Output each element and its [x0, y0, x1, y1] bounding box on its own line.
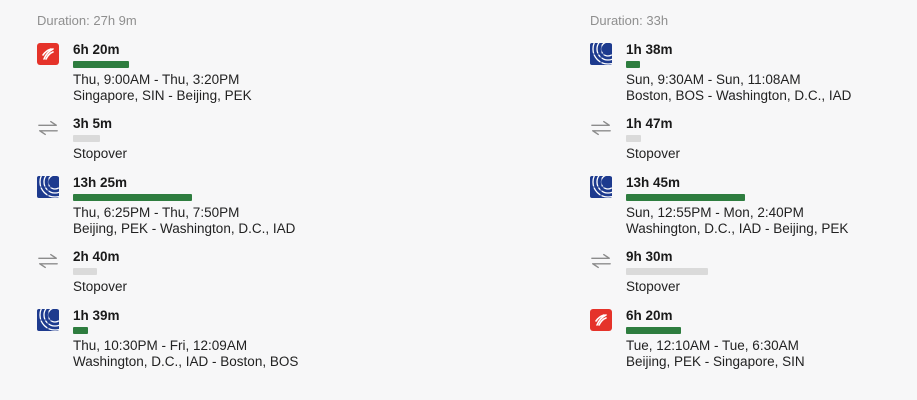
- segment-duration: 13h 25m: [73, 175, 128, 190]
- segment-duration: 1h 39m: [73, 308, 120, 323]
- swap-arrows-icon: [590, 117, 612, 139]
- swap-arrows-icon: [590, 250, 612, 272]
- united-logo-icon: [590, 176, 612, 198]
- swap-arrows-icon: [37, 117, 59, 139]
- flight-segment[interactable]: 1h 38m Sun, 9:30AM - Sun, 11:08AM Boston…: [590, 42, 917, 104]
- segment-route: Washington, D.C., IAD - Boston, BOS: [73, 354, 299, 369]
- united-logo-icon: [37, 309, 59, 331]
- flight-segment[interactable]: 1h 39m Thu, 10:30PM - Fri, 12:09AM Washi…: [37, 308, 397, 370]
- duration-bar: [73, 268, 97, 275]
- duration-bar: [626, 135, 641, 142]
- segment-times: Thu, 10:30PM - Fri, 12:09AM: [73, 338, 248, 353]
- segment-times: Tue, 12:10AM - Tue, 6:30AM: [626, 338, 799, 353]
- total-duration: Duration: 27h 9m: [37, 13, 137, 28]
- segment-times: Sun, 12:55PM - Mon, 2:40PM: [626, 205, 804, 220]
- swap-arrows-icon: [37, 250, 59, 272]
- stopover-duration: 3h 5m: [73, 116, 113, 131]
- itinerary-return: Duration: 33h 1h 38m Sun, 9:30AM - Sun, …: [590, 12, 917, 370]
- duration-bar: [626, 194, 745, 201]
- segment-times: Thu, 6:25PM - Thu, 7:50PM: [73, 205, 240, 220]
- stopover-duration: 9h 30m: [626, 249, 673, 264]
- duration-bar: [626, 268, 708, 275]
- duration-bar: [626, 327, 681, 334]
- stopover-label: Stopover: [73, 146, 128, 161]
- duration-bar: [73, 327, 88, 334]
- flight-segment[interactable]: 6h 20m Tue, 12:10AM - Tue, 6:30AM Beijin…: [590, 308, 917, 370]
- stopover-label: Stopover: [626, 146, 681, 161]
- air-china-logo-icon: [590, 309, 612, 331]
- segment-route: Boston, BOS - Washington, D.C., IAD: [626, 88, 852, 103]
- stopover-segment: 1h 47m Stopover: [590, 116, 917, 162]
- segment-duration: 6h 20m: [626, 308, 673, 323]
- segment-duration: 1h 38m: [626, 42, 673, 57]
- segment-times: Sun, 9:30AM - Sun, 11:08AM: [626, 72, 801, 87]
- itinerary-outbound: Duration: 27h 9m 6h 20m Thu, 9:00AM - Th…: [37, 12, 397, 370]
- flight-segment[interactable]: 6h 20m Thu, 9:00AM - Thu, 3:20PM Singapo…: [37, 42, 397, 104]
- stopover-segment: 2h 40m Stopover: [37, 249, 397, 295]
- stopover-label: Stopover: [73, 279, 128, 294]
- flight-segment[interactable]: 13h 45m Sun, 12:55PM - Mon, 2:40PM Washi…: [590, 175, 917, 237]
- duration-bar: [73, 61, 129, 68]
- segment-route: Washington, D.C., IAD - Beijing, PEK: [626, 221, 849, 236]
- stopover-segment: 3h 5m Stopover: [37, 116, 397, 162]
- segment-times: Thu, 9:00AM - Thu, 3:20PM: [73, 72, 240, 87]
- stopover-duration: 1h 47m: [626, 116, 673, 131]
- stopover-label: Stopover: [626, 279, 681, 294]
- duration-bar: [73, 135, 100, 142]
- duration-bar: [626, 61, 640, 68]
- segment-duration: 13h 45m: [626, 175, 681, 190]
- total-duration: Duration: 33h: [590, 13, 669, 28]
- segment-route: Beijing, PEK - Washington, D.C., IAD: [73, 221, 296, 236]
- stopover-segment: 9h 30m Stopover: [590, 249, 917, 295]
- segment-route: Singapore, SIN - Beijing, PEK: [73, 88, 252, 103]
- duration-bar: [73, 194, 192, 201]
- segment-duration: 6h 20m: [73, 42, 120, 57]
- united-logo-icon: [590, 43, 612, 65]
- flight-segment[interactable]: 13h 25m Thu, 6:25PM - Thu, 7:50PM Beijin…: [37, 175, 397, 237]
- air-china-logo-icon: [37, 43, 59, 65]
- united-logo-icon: [37, 176, 59, 198]
- stopover-duration: 2h 40m: [73, 249, 120, 264]
- segment-route: Beijing, PEK - Singapore, SIN: [626, 354, 805, 369]
